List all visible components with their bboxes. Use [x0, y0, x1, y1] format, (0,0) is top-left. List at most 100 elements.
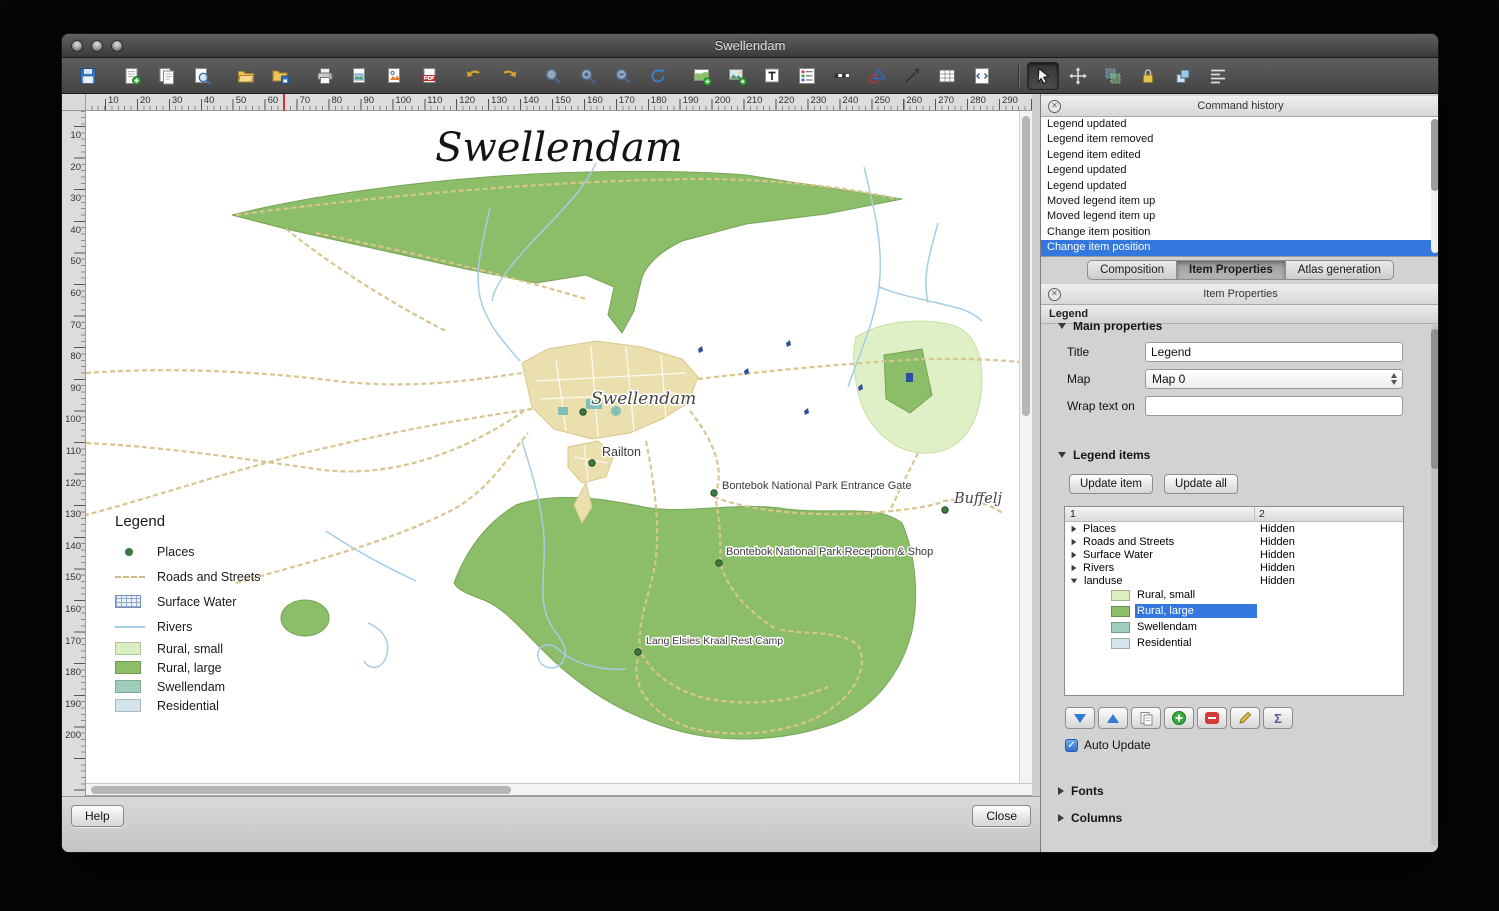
tab-atlas-generation[interactable]: Atlas generation — [1286, 260, 1394, 280]
group-items-button[interactable] — [1097, 62, 1129, 90]
tab-item-properties[interactable]: Item Properties — [1177, 260, 1286, 280]
scrollbar-thumb[interactable] — [1431, 329, 1439, 469]
add-label-button[interactable] — [756, 62, 788, 90]
tree-row-places[interactable]: PlacesHidden — [1065, 522, 1403, 535]
tree-row-roads[interactable]: Roads and StreetsHidden — [1065, 535, 1403, 548]
history-item[interactable]: Legend item edited — [1041, 148, 1439, 163]
zoom-full-button[interactable] — [537, 62, 569, 90]
composer-manager-button[interactable] — [186, 62, 218, 90]
add-map-button[interactable] — [686, 62, 718, 90]
move-item-content-button[interactable] — [1062, 62, 1094, 90]
tree-child-residential[interactable]: Residential — [1065, 635, 1403, 651]
move-item-up-button[interactable] — [1098, 707, 1128, 729]
history-item[interactable]: Moved legend item up — [1041, 194, 1439, 209]
add-html-button[interactable] — [966, 62, 998, 90]
map-legend-item[interactable]: Legend Places Roads and Streets Surface … — [115, 513, 261, 715]
raise-items-button[interactable] — [1167, 62, 1199, 90]
ruler-number: 110 — [66, 446, 81, 457]
update-item-button[interactable]: Update item — [1069, 474, 1153, 494]
tree-row-rivers[interactable]: RiversHidden — [1065, 561, 1403, 574]
count-features-button[interactable]: Σ — [1263, 707, 1293, 729]
fonts-section[interactable]: Fonts — [1041, 782, 1431, 800]
edit-item-button[interactable] — [1230, 707, 1260, 729]
composition-canvas[interactable]: Swellendam Railton Bontebok National Par… — [86, 111, 1032, 783]
select-move-item-button[interactable] — [1027, 62, 1059, 90]
export-pdf-button[interactable] — [414, 62, 446, 90]
close-panel-icon[interactable]: ✕ — [1048, 288, 1061, 301]
history-item[interactable]: Legend updated — [1041, 117, 1439, 132]
map-label-swellendam: Swellendam — [591, 389, 696, 409]
add-shape-button[interactable] — [861, 62, 893, 90]
map-title-label[interactable]: Swellendam — [86, 125, 1032, 171]
save-template-button[interactable] — [265, 62, 297, 90]
redo-button[interactable] — [493, 62, 525, 90]
main-properties-section[interactable]: Main properties — [1041, 322, 1431, 335]
help-button[interactable]: Help — [71, 805, 124, 827]
update-all-button[interactable]: Update all — [1164, 474, 1238, 494]
tree-child-rural-large-selected[interactable]: Rural, large — [1065, 603, 1403, 619]
load-template-button[interactable] — [230, 62, 262, 90]
history-item[interactable]: Change item position — [1041, 225, 1439, 240]
scrollbar-thumb[interactable] — [91, 786, 511, 794]
legend-items-tree[interactable]: 1 2 PlacesHidden Roads and StreetsHidden… — [1064, 506, 1404, 696]
wrap-text-input[interactable] — [1145, 396, 1403, 416]
disclosure-right-icon[interactable] — [1072, 564, 1077, 570]
refresh-view-button[interactable] — [642, 62, 674, 90]
tree-child-swellendam[interactable]: Swellendam — [1065, 619, 1403, 635]
export-svg-button[interactable] — [379, 62, 411, 90]
tree-row-surface-water[interactable]: Surface WaterHidden — [1065, 548, 1403, 561]
zoom-out-button[interactable] — [607, 62, 639, 90]
add-image-button[interactable] — [721, 62, 753, 90]
update-buttons-row: Update item Update all — [1069, 474, 1431, 494]
new-composition-button[interactable] — [116, 62, 148, 90]
legend-items-section[interactable]: Legend items — [1041, 446, 1431, 464]
align-items-button[interactable] — [1202, 62, 1234, 90]
scrollbar-thumb[interactable] — [1022, 116, 1030, 416]
add-arrow-button[interactable] — [896, 62, 928, 90]
add-legend-button[interactable] — [791, 62, 823, 90]
disclosure-down-icon[interactable] — [1071, 578, 1077, 583]
add-scalebar-button[interactable] — [826, 62, 858, 90]
lock-items-button[interactable] — [1132, 62, 1164, 90]
disclosure-right-icon[interactable] — [1072, 525, 1077, 531]
add-table-button[interactable] — [931, 62, 963, 90]
disclosure-right-icon[interactable] — [1072, 551, 1077, 557]
paste-item-button[interactable] — [1131, 707, 1161, 729]
map-label-railton: Railton — [602, 445, 641, 459]
print-button[interactable] — [309, 62, 341, 90]
save-project-button[interactable] — [72, 62, 104, 90]
remove-item-button[interactable] — [1197, 707, 1227, 729]
stepper-icon — [1391, 373, 1397, 385]
add-item-button[interactable] — [1164, 707, 1194, 729]
history-item[interactable]: Legend item removed — [1041, 132, 1439, 147]
ruler-corner — [62, 94, 86, 111]
tree-child-rural-small[interactable]: Rural, small — [1065, 587, 1403, 603]
panel-scrollbar[interactable] — [1431, 325, 1439, 846]
history-item[interactable]: Moved legend item up — [1041, 209, 1439, 224]
scrollbar-thumb[interactable] — [1431, 119, 1439, 191]
export-image-button[interactable] — [344, 62, 376, 90]
duplicate-composition-button[interactable] — [151, 62, 183, 90]
close-panel-icon[interactable]: ✕ — [1048, 100, 1061, 113]
history-item-selected[interactable]: Change item position — [1041, 240, 1439, 255]
auto-update-checkbox[interactable] — [1065, 739, 1078, 752]
columns-section[interactable]: Columns — [1041, 809, 1431, 827]
status-cell: Hidden — [1260, 536, 1295, 548]
history-item[interactable]: Legend updated — [1041, 179, 1439, 194]
refresh-icon — [648, 66, 668, 86]
move-item-down-button[interactable] — [1065, 707, 1095, 729]
tab-composition[interactable]: Composition — [1087, 260, 1177, 280]
titlebar[interactable]: Swellendam — [62, 34, 1438, 58]
tree-row-landuse[interactable]: landuseHidden — [1065, 574, 1403, 587]
history-scrollbar[interactable] — [1431, 119, 1439, 253]
zoom-in-button[interactable] — [572, 62, 604, 90]
disclosure-right-icon[interactable] — [1072, 538, 1077, 544]
title-input[interactable] — [1145, 342, 1403, 362]
close-button[interactable]: Close — [972, 805, 1031, 827]
canvas-vertical-scrollbar[interactable] — [1019, 111, 1032, 783]
map-select[interactable]: Map 0 — [1145, 369, 1403, 389]
canvas-horizontal-scrollbar[interactable] — [86, 783, 1032, 796]
history-item[interactable]: Legend updated — [1041, 163, 1439, 178]
rural-large-swatch — [115, 661, 153, 674]
undo-button[interactable] — [458, 62, 490, 90]
